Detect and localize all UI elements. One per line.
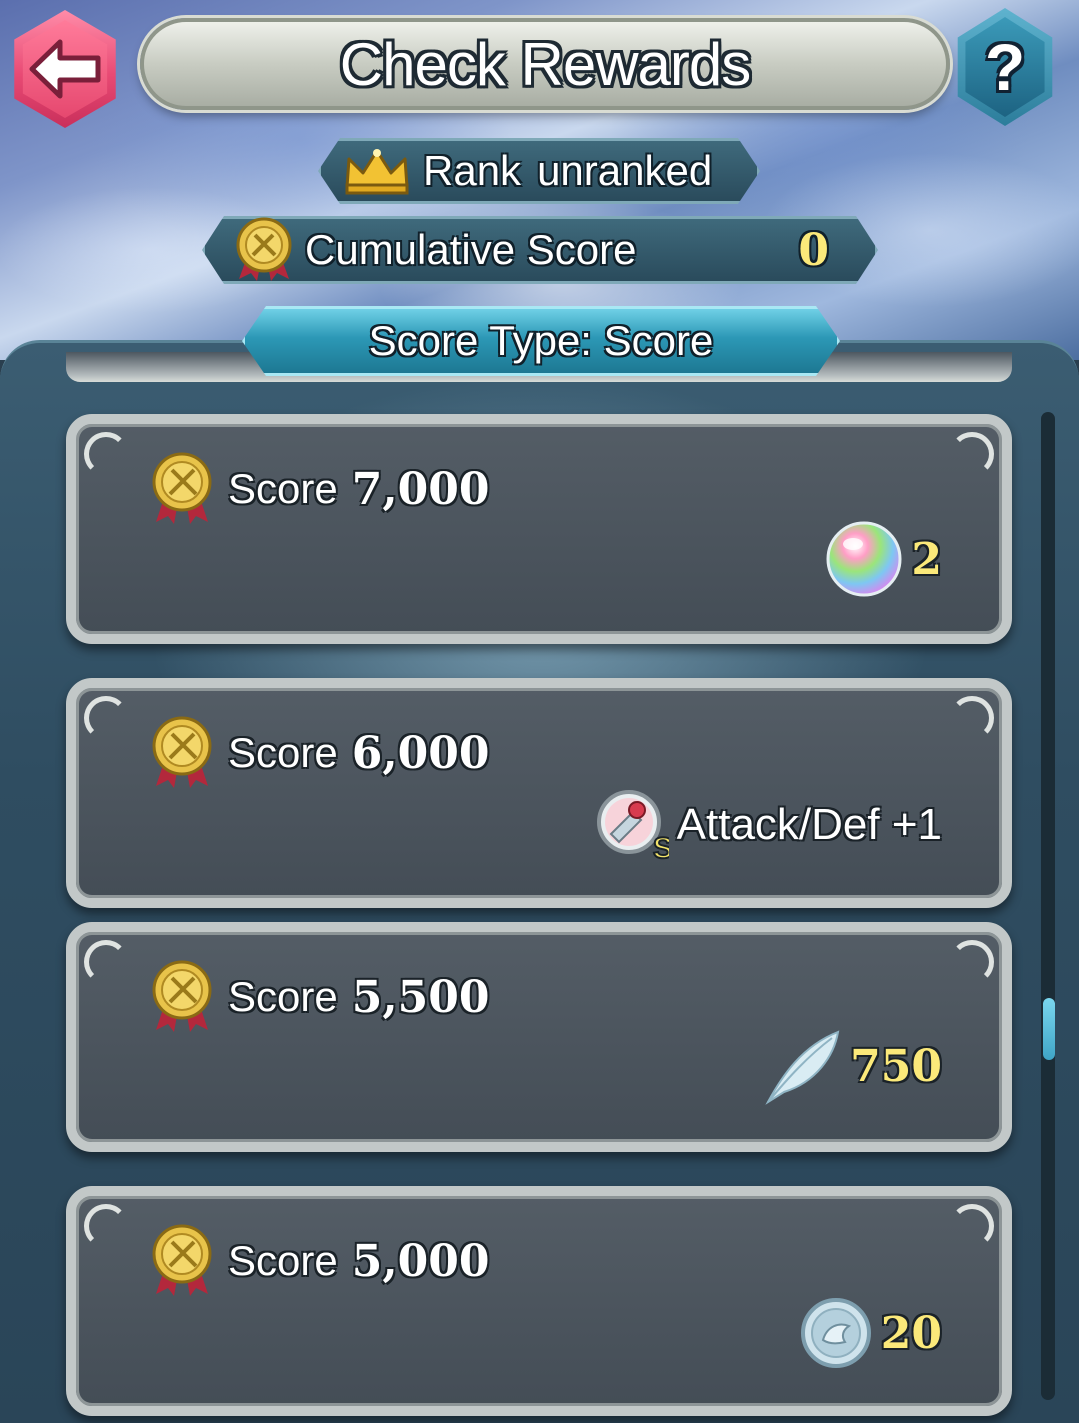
medal-icon	[152, 716, 212, 788]
score-type-selector[interactable]: Score Type: Score	[242, 306, 840, 376]
reward-quantity: 2	[911, 533, 942, 585]
rank-value: unranked	[537, 147, 713, 194]
reward-item: S Attack/Def +1	[595, 788, 942, 862]
help-icon: ?	[984, 30, 1026, 104]
reward-card-title: Score 5,500	[150, 960, 490, 1034]
reward-item: 2	[825, 520, 942, 598]
reward-item: 750	[762, 1026, 942, 1106]
help-button[interactable]: ?	[950, 8, 1060, 126]
score-threshold: 7,000	[351, 463, 490, 515]
reward-card-title: Score 5,000	[150, 1224, 490, 1298]
medal-icon	[152, 452, 212, 524]
reward-quantity: 750	[850, 1040, 942, 1092]
svg-text:S: S	[653, 832, 669, 862]
cumulative-score-plate: Cumulative Score 0	[202, 216, 878, 284]
reward-item: 20	[799, 1296, 942, 1370]
coin-icon	[800, 1298, 871, 1368]
rank-plate: Rank unranked	[318, 138, 760, 204]
reward-card: Score 7,000 2	[66, 414, 1012, 644]
cumulative-score-label: Cumulative Score	[305, 226, 637, 273]
reward-card-title: Score 6,000	[150, 716, 490, 790]
reward-quantity: 20	[880, 1307, 942, 1359]
reward-name: Attack/Def +1	[676, 800, 942, 849]
scrollbar-thumb[interactable]	[1043, 998, 1055, 1060]
score-threshold: 5,500	[351, 971, 490, 1023]
feather-icon	[765, 1030, 840, 1105]
scrollbar-track[interactable]	[1041, 412, 1055, 1400]
score-type-label: Score Type: Score	[368, 317, 714, 364]
score-label: Score	[228, 973, 338, 1020]
medal-icon	[152, 1224, 212, 1296]
back-button[interactable]	[6, 10, 124, 128]
crown-icon	[343, 147, 411, 195]
title-banner: Check Rewards	[140, 18, 950, 110]
orb-icon	[826, 521, 902, 597]
medal-icon	[233, 217, 295, 283]
reward-card: Score 5,000 20	[66, 1186, 1012, 1416]
page-title: Check Rewards	[339, 30, 751, 98]
score-label: Score	[228, 1237, 338, 1284]
score-threshold: 6,000	[351, 727, 490, 779]
reward-card: Score 5,500 750	[66, 922, 1012, 1152]
back-arrow-icon	[29, 39, 101, 99]
score-threshold: 5,000	[351, 1235, 490, 1287]
reward-card: Score 6,000 S Attack/Def +1	[66, 678, 1012, 908]
skill-scroll-icon: S	[596, 790, 669, 862]
score-label: Score	[228, 729, 338, 776]
cumulative-score-value: 0	[798, 224, 829, 276]
score-label: Score	[228, 465, 338, 512]
rank-label: Rank	[423, 147, 522, 194]
medal-icon	[152, 960, 212, 1032]
reward-card-title: Score 7,000	[150, 452, 490, 526]
